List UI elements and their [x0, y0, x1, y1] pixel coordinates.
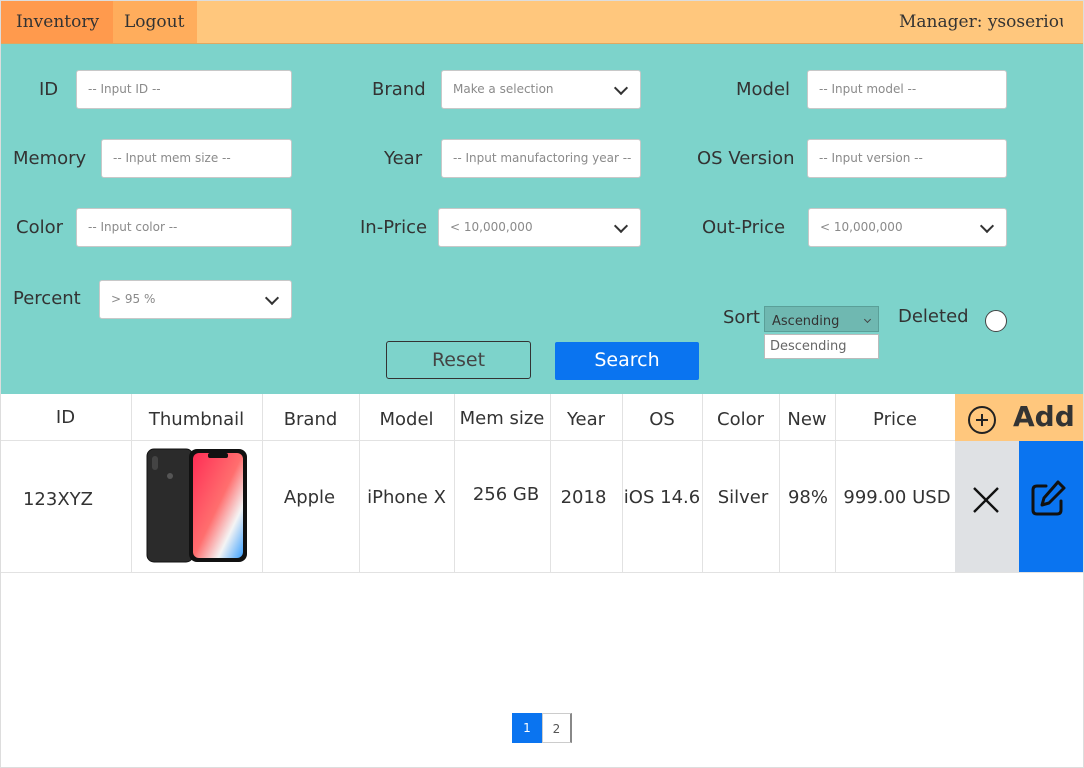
percent-label: Percent: [13, 288, 81, 309]
cell-id: 123XYZ: [22, 489, 93, 510]
memory-label: Memory: [13, 148, 87, 169]
chevron-down-icon: [863, 315, 872, 324]
color-label: Color: [16, 217, 63, 238]
percent-select[interactable]: > 95 %: [99, 280, 292, 319]
os-version-label: OS Version: [697, 148, 795, 169]
column-header-color: Color: [717, 409, 764, 430]
cell-mem-size: 256 GB: [472, 484, 540, 505]
cell-color: Silver: [717, 487, 769, 508]
sort-select[interactable]: Ascending: [764, 306, 879, 332]
in-price-select-value: < 10,000,000: [450, 220, 533, 234]
column-header-os: OS: [649, 409, 675, 430]
cell-year: 2018: [560, 487, 607, 508]
brand-label: Brand: [372, 79, 426, 100]
manager-label: Manager: ysoserious: [899, 12, 1063, 32]
page-1-button[interactable]: 1: [512, 713, 542, 743]
search-button[interactable]: Search: [555, 342, 699, 380]
edit-icon[interactable]: [1030, 478, 1068, 518]
cell-brand: Apple: [283, 487, 336, 508]
page-2-button[interactable]: 2: [542, 713, 572, 743]
os-version-input[interactable]: -- Input version --: [807, 139, 1007, 178]
nav-inventory-tab[interactable]: Inventory: [1, 1, 113, 43]
column-divider: [131, 394, 132, 573]
out-price-select[interactable]: < 10,000,000: [808, 208, 1007, 247]
plus-circle-icon[interactable]: [968, 406, 996, 434]
top-nav: Inventory Logout Manager: ysoserious: [0, 0, 1084, 44]
sort-select-value: Ascending: [772, 314, 840, 329]
id-input[interactable]: -- Input ID --: [76, 70, 292, 109]
filter-panel: ID -- Input ID -- Brand Make a selection…: [0, 44, 1084, 394]
column-header-year: Year: [566, 409, 606, 430]
column-header-thumbnail: Thumbnail: [148, 409, 245, 430]
sort-option-descending[interactable]: Descending: [764, 334, 879, 359]
chevron-down-icon: [979, 218, 995, 234]
column-header-id: ID: [55, 407, 76, 428]
year-input[interactable]: -- Input manufactoring year --: [441, 139, 641, 178]
chevron-down-icon: [264, 290, 280, 306]
memory-input[interactable]: -- Input mem size --: [101, 139, 292, 178]
chevron-down-icon: [613, 218, 629, 234]
phone-thumbnail: [146, 448, 247, 563]
brand-select[interactable]: Make a selection: [441, 70, 641, 109]
deleted-label: Deleted: [898, 306, 969, 327]
close-icon[interactable]: [968, 478, 1004, 522]
column-header-brand: Brand: [283, 409, 338, 430]
add-label[interactable]: Add: [1013, 400, 1075, 433]
reset-button[interactable]: Reset: [386, 341, 531, 379]
cell-new: 98%: [787, 487, 828, 508]
in-price-select[interactable]: < 10,000,000: [438, 208, 641, 247]
column-header-new: New: [787, 409, 827, 430]
brand-select-value: Make a selection: [453, 82, 554, 96]
color-input[interactable]: -- Input color --: [76, 208, 292, 247]
sort-label: Sort: [723, 307, 760, 328]
nav-logout-tab[interactable]: Logout: [113, 1, 197, 43]
deleted-radio[interactable]: [985, 310, 1007, 332]
column-header-mem-size: Mem size: [459, 408, 545, 429]
model-label: Model: [736, 79, 791, 100]
column-divider: [702, 394, 703, 573]
in-price-label: In-Price: [360, 217, 428, 238]
cell-price: 999.00 USD: [843, 487, 951, 508]
cell-os: iOS 14.6: [623, 487, 701, 508]
column-header-price: Price: [873, 409, 917, 430]
cell-model: iPhone X: [367, 487, 446, 508]
percent-select-value: > 95 %: [111, 292, 156, 306]
column-header-model: Model: [379, 409, 434, 430]
out-price-label: Out-Price: [702, 217, 786, 238]
chevron-down-icon: [613, 80, 629, 96]
model-input[interactable]: -- Input model --: [807, 70, 1007, 109]
out-price-select-value: < 10,000,000: [820, 220, 903, 234]
id-label: ID: [39, 79, 59, 100]
year-label: Year: [384, 148, 423, 169]
